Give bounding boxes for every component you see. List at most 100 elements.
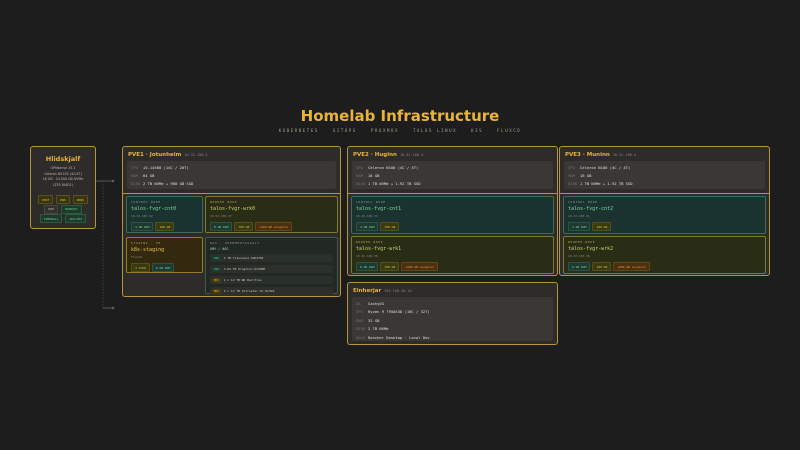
control-node: Control Node talos-fvgr-cnt0 10.32.100.32 4… bbox=[126, 196, 203, 233]
node-role: Worker Node bbox=[210, 200, 238, 204]
node-role: Staging · VM bbox=[131, 241, 161, 245]
node-hostname: talos-fvgr-wrk2 bbox=[568, 246, 614, 252]
node-tags: 8 GB RAM 100 GB +600 GB Longhorn bbox=[210, 222, 333, 231]
spec-key: CPU bbox=[356, 309, 363, 315]
spec-row: CPU Celeron N100 (4C / 4T) bbox=[568, 164, 761, 172]
node-tags: 8 GB RAM 100 GB +600 GB Longhorn bbox=[568, 262, 761, 271]
spec-row: RAM 16 GB bbox=[356, 172, 549, 180]
service-row: NTP HAPROXY bbox=[31, 204, 95, 214]
staging-node: Staging · VM k8s-staging FluxCD 4 vCPU 8 GB … bbox=[126, 237, 203, 273]
node-ip: 10.32.100.36 bbox=[568, 254, 590, 258]
host-name: Einherjar bbox=[353, 288, 382, 294]
section-divider bbox=[123, 193, 340, 194]
spec-row: CPU i5-14500 (14C / 20T) bbox=[131, 164, 332, 172]
spec-row: DISK 2 TB NVMe bbox=[356, 325, 549, 333]
node-role: Control Node bbox=[131, 200, 161, 204]
spec-key: DISK bbox=[356, 181, 366, 186]
service-row: FIREWALL IDS/IPS bbox=[31, 214, 95, 223]
service-badge: HAPROXY bbox=[60, 204, 82, 214]
node-tags: 4 GB RAM 100 GB bbox=[356, 222, 549, 231]
spec-row: CPU Ryzen 9 7950X3D (16C / 32T) bbox=[356, 308, 549, 316]
nas-node: NAS · OpenMediaVault OMV / NAS SSD 1 TB Tra… bbox=[205, 237, 338, 295]
arrow-head-icon bbox=[112, 179, 115, 183]
spec-key: OS bbox=[356, 301, 361, 306]
node-hostname: talos-fvgr-wrk0 bbox=[210, 206, 256, 212]
service-row: DHCP DNS DDNS bbox=[31, 195, 95, 204]
host-title: PVE2 · Huginn 10.32.100.3 bbox=[353, 152, 423, 158]
spec-value: 1 TB NVMe + 1.92 TB SSD bbox=[368, 181, 421, 186]
service-badge: DDNS bbox=[72, 195, 88, 204]
disk-label: 2 × 12 TB Ultrastar DC HC520 bbox=[223, 289, 275, 293]
service-badge: NTP bbox=[44, 204, 58, 214]
disk-label: 1 TB Transcend SSD470K bbox=[223, 256, 264, 260]
resource-tag: 4 GB RAM bbox=[356, 222, 379, 231]
host-title: Einherjar 192.168.10.10 bbox=[353, 288, 412, 294]
disk-label: 2 × 12 TB WD Red Plus bbox=[223, 278, 262, 282]
node-ip: 10.32.100.38 bbox=[356, 254, 378, 258]
resource-tag: 4 GB RAM bbox=[568, 222, 591, 231]
worker-node: Worker Node talos-fvgr-wrk1 10.32.100.38 8 … bbox=[351, 236, 554, 274]
node-ip: 10.32.100.32 bbox=[131, 214, 153, 218]
spec-key: CPU bbox=[356, 165, 363, 170]
node-hostname: talos-fvgr-wrk1 bbox=[356, 246, 402, 252]
router-name: Hlidskjalf bbox=[45, 155, 81, 163]
service-badge: FIREWALL bbox=[39, 214, 63, 223]
resource-tag: 100 GB bbox=[592, 222, 612, 231]
spec-row: DISK 1 TB NVMe + 1.92 TB SSD bbox=[568, 180, 761, 188]
spec-key: RAM bbox=[131, 173, 138, 178]
node-hostname: k8s-staging bbox=[131, 247, 165, 253]
spec-value: 1 TB NVMe + 1.92 TB SSD bbox=[580, 181, 633, 186]
node-hostname: talos-fvgr-cnt0 bbox=[131, 206, 177, 212]
resource-tag: 100 GB bbox=[380, 262, 400, 271]
workstation-card-einherjar: Einherjar 192.168.10.10 OS CachyOS CPU Ryzen … bbox=[347, 282, 558, 345]
nas-disk-row: SSD 3.84 TB Kingston DC600M bbox=[210, 265, 333, 273]
resource-tag: 8 GB RAM bbox=[568, 262, 591, 271]
host-card-pve3: PVE3 · Muninn 10.32.100.4 CPU Celeron N100 … bbox=[559, 146, 770, 276]
nas-name: OMV / NAS bbox=[210, 247, 229, 251]
resource-tag: 8 GB RAM bbox=[356, 262, 379, 271]
spec-value: 2 TB NVMe bbox=[368, 326, 389, 332]
node-role: NAS · OpenMediaVault bbox=[210, 241, 260, 245]
spec-box: CPU Celeron N100 (4C / 4T) RAM 16 GB DISK 1 T… bbox=[564, 161, 765, 189]
disk-type-badge: HDD bbox=[212, 277, 221, 283]
node-ip: 10.32.100.31 bbox=[568, 214, 590, 218]
spec-value: Celeron N100 (4C / 4T) bbox=[368, 165, 419, 170]
spec-row: RAM 32 GB bbox=[356, 317, 549, 325]
nas-disk-row: HDD 2 × 12 TB Ultrastar DC HC520 bbox=[210, 287, 333, 295]
host-title: PVE1 · Jotunheim 10.32.100.2 bbox=[128, 152, 208, 158]
router-info: OPNsense 25.1 Celeron N5105 (4C/4T) 16 GB … bbox=[31, 166, 95, 188]
arrow-head-icon bbox=[112, 306, 115, 310]
node-ip: FluxCD bbox=[131, 255, 142, 259]
host-ip: 10.32.100.3 bbox=[399, 153, 424, 157]
host-name: PVE2 · Huginn bbox=[353, 152, 397, 158]
host-card-pve1: PVE1 · Jotunheim 10.32.100.2 CPU i5-14500 (… bbox=[122, 146, 341, 297]
disk-type-badge: SSD bbox=[212, 266, 221, 272]
host-name: PVE1 · Jotunheim bbox=[128, 152, 182, 158]
spec-box: CPU Celeron N100 (4C / 4T) RAM 16 GB DISK 1 T… bbox=[352, 161, 553, 189]
spec-row: DISK 1 TB NVMe + 1.92 TB SSD bbox=[356, 180, 549, 188]
node-tags: 4 vCPU 8 GB RAM bbox=[131, 263, 198, 272]
node-ip: 10.32.100.37 bbox=[210, 214, 232, 218]
resource-tag: +600 GB Longhorn bbox=[401, 262, 439, 271]
spec-key: DISK bbox=[356, 326, 366, 332]
spec-row: CPU Celeron N100 (4C / 4T) bbox=[356, 164, 549, 172]
spec-row: ROLE Rancher Desktop · Local Dev bbox=[356, 334, 549, 342]
spec-value: 16 GB bbox=[580, 173, 592, 178]
host-title: PVE3 · Muninn 10.32.100.4 bbox=[565, 152, 636, 158]
spec-row: DISK 2 TB NVMe + 960 GB SSD bbox=[131, 180, 332, 188]
host-ip: 10.32.100.4 bbox=[612, 153, 636, 157]
spec-value: 32 GB bbox=[368, 317, 380, 323]
spec-key: RAM bbox=[356, 173, 363, 178]
spec-key: CPU bbox=[131, 165, 138, 170]
control-node: Control Node talos-fvgr-cnt2 10.32.100.31 4… bbox=[563, 196, 766, 234]
node-role: Control Node bbox=[356, 200, 386, 204]
section-divider bbox=[348, 193, 557, 194]
resource-tag: 8 GB RAM bbox=[210, 222, 233, 231]
control-node: Control Node talos-fvgr-cnt1 10.32.100.33 4… bbox=[351, 196, 554, 234]
spec-key: ROLE bbox=[356, 334, 366, 340]
disk-type-badge: SSD bbox=[212, 255, 221, 261]
nas-disk-row: SSD 1 TB Transcend SSD470K bbox=[210, 254, 333, 262]
spec-row: RAM 16 GB bbox=[568, 172, 761, 180]
node-tags: 4 GB RAM 100 GB bbox=[131, 222, 198, 231]
node-hostname: talos-fvgr-cnt2 bbox=[568, 206, 614, 212]
